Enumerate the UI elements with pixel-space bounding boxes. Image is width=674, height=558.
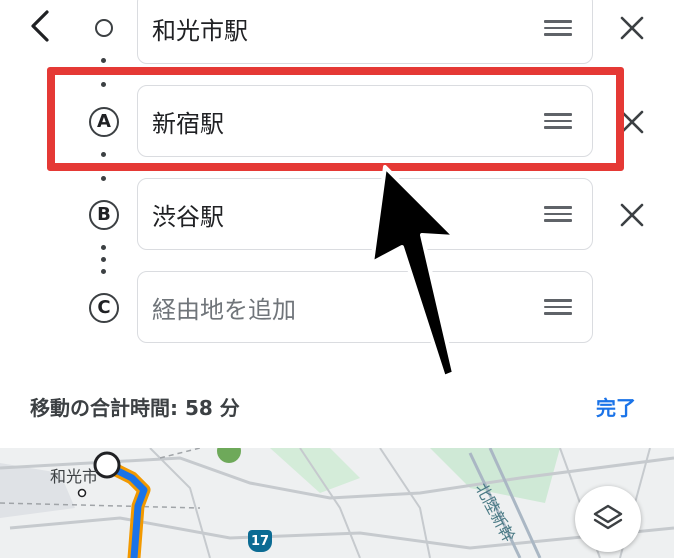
layers-icon bbox=[593, 504, 623, 530]
add-waypoint-field[interactable]: 経由地を追加 bbox=[137, 271, 593, 343]
route-dots bbox=[101, 152, 107, 188]
drag-handle-icon[interactable] bbox=[544, 20, 572, 36]
origin-circle-icon bbox=[95, 19, 113, 37]
total-time-summary: 移動の合計時間: 58 分 bbox=[30, 396, 240, 420]
directions-panel: 和光市駅 A 新宿駅 B 渋谷駅 C 経由地を追加 移動の合計時間: 58 分 … bbox=[0, 0, 674, 448]
origin-field-text: 和光市駅 bbox=[152, 16, 248, 45]
drag-handle-icon[interactable] bbox=[544, 206, 572, 222]
stop-a-field-text: 新宿駅 bbox=[152, 109, 224, 138]
remove-stop-a-button[interactable] bbox=[614, 104, 650, 140]
origin-marker bbox=[86, 10, 122, 46]
drag-handle-icon[interactable] bbox=[544, 299, 572, 315]
layers-button[interactable] bbox=[575, 486, 641, 552]
origin-field[interactable]: 和光市駅 bbox=[137, 0, 593, 64]
map-place-label: 和光市 bbox=[50, 467, 99, 486]
back-button[interactable] bbox=[24, 6, 56, 46]
stop-a-field[interactable]: 新宿駅 bbox=[137, 85, 593, 157]
stop-a-marker-letter: A bbox=[89, 107, 119, 137]
remove-stop-b-button[interactable] bbox=[614, 197, 650, 233]
map-view[interactable]: 和光市 北陸新幹 17 bbox=[0, 448, 674, 558]
close-icon bbox=[620, 203, 644, 227]
close-icon bbox=[620, 16, 644, 40]
remove-origin-button[interactable] bbox=[614, 10, 650, 46]
chevron-left-icon bbox=[31, 10, 49, 42]
close-icon bbox=[620, 110, 644, 134]
map-canvas bbox=[0, 448, 674, 558]
stop-c-marker-letter: C bbox=[89, 293, 119, 323]
stop-b-marker: B bbox=[86, 197, 122, 233]
route-dots bbox=[101, 245, 107, 281]
stop-b-marker-letter: B bbox=[89, 200, 119, 230]
stop-c-marker: C bbox=[86, 290, 122, 326]
route-dots bbox=[101, 58, 107, 94]
stop-b-field-text: 渋谷駅 bbox=[152, 202, 224, 231]
stop-b-field[interactable]: 渋谷駅 bbox=[137, 178, 593, 250]
done-button[interactable]: 完了 bbox=[596, 392, 636, 421]
add-waypoint-placeholder: 経由地を追加 bbox=[152, 295, 296, 324]
stop-a-marker: A bbox=[86, 104, 122, 140]
drag-handle-icon[interactable] bbox=[544, 113, 572, 129]
route-number-badge: 17 bbox=[248, 530, 272, 552]
